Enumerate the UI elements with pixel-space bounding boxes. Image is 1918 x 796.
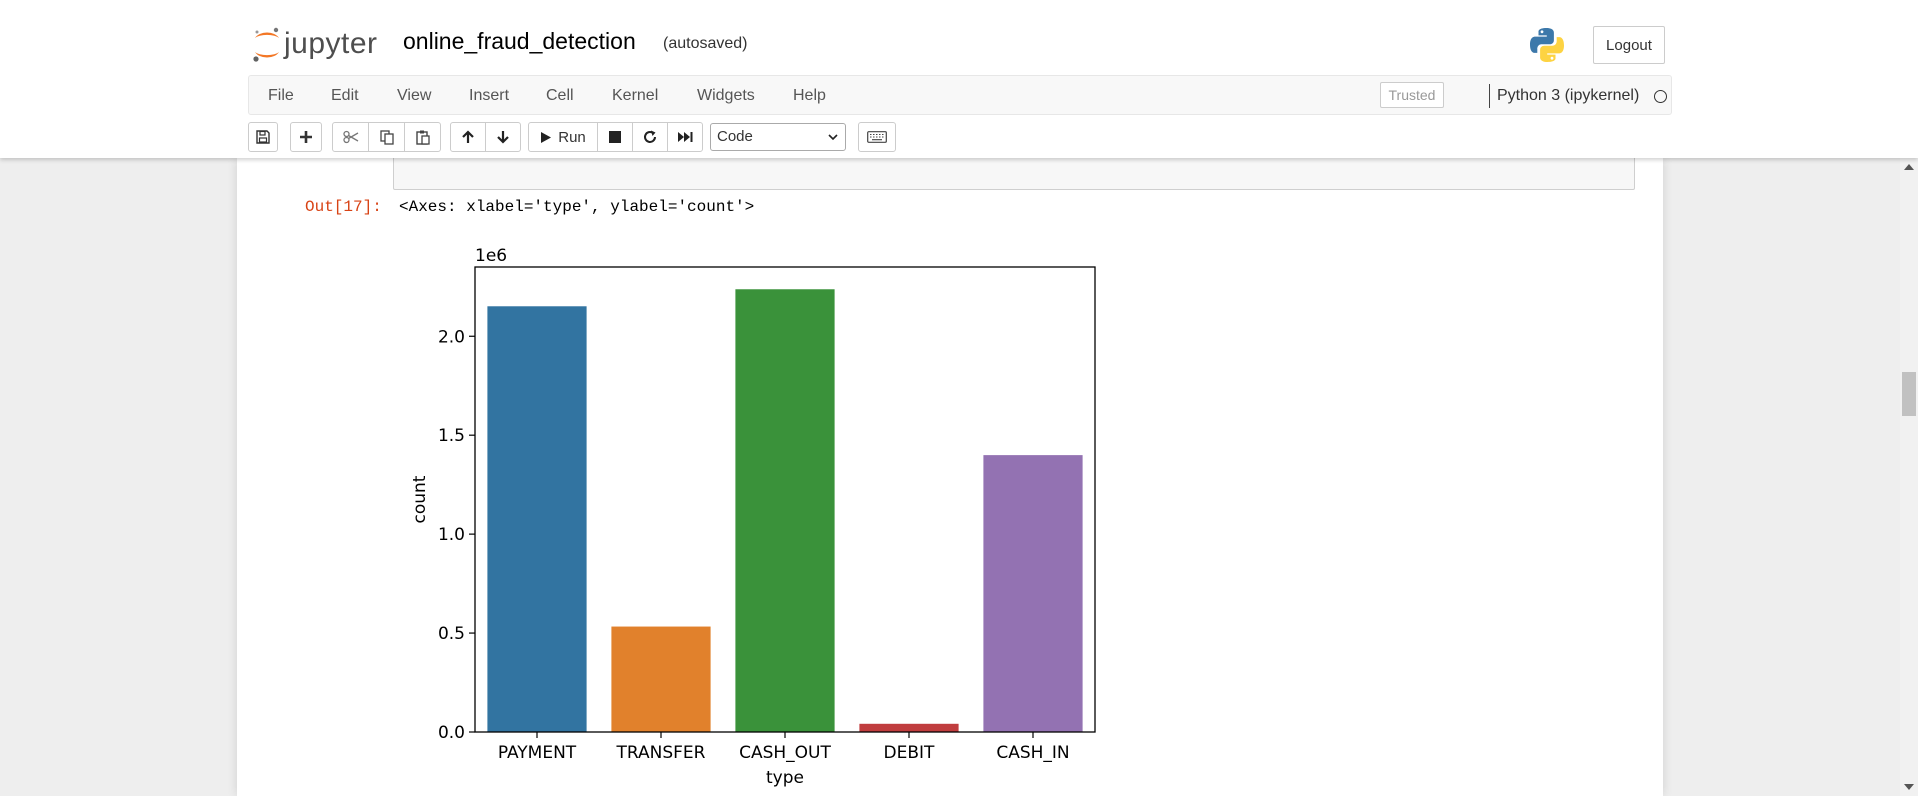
move-group bbox=[450, 122, 521, 152]
cut-icon bbox=[342, 130, 358, 144]
logout-button[interactable]: Logout bbox=[1593, 26, 1665, 64]
y-tick-label: 2.0 bbox=[438, 327, 465, 347]
menu-kernel[interactable]: Kernel bbox=[612, 87, 658, 105]
menu-edit[interactable]: Edit bbox=[331, 87, 359, 105]
y-tick-label: 0.5 bbox=[438, 624, 465, 644]
x-tick-label: CASH_IN bbox=[996, 743, 1069, 763]
cell-type-value: Code bbox=[717, 128, 753, 145]
output-text: <Axes: xlabel='type', ylabel='count'> bbox=[399, 198, 755, 216]
x-tick-label: TRANSFER bbox=[616, 743, 706, 763]
cell-type-select[interactable]: Code bbox=[710, 123, 846, 151]
run-label: Run bbox=[558, 128, 586, 146]
notebook-title[interactable]: online_fraud_detection bbox=[403, 28, 636, 55]
jupyter-logo-icon bbox=[253, 27, 279, 62]
bar-payment bbox=[487, 306, 587, 732]
stop-icon bbox=[609, 131, 621, 143]
output-prompt: Out[17]: bbox=[305, 198, 382, 216]
run-group: Run bbox=[528, 122, 703, 152]
arrow-down-icon bbox=[497, 131, 509, 144]
command-palette-button[interactable] bbox=[858, 122, 896, 152]
save-button[interactable] bbox=[248, 122, 278, 152]
clipboard-group bbox=[332, 122, 441, 152]
y-tick-label: 1.5 bbox=[438, 426, 465, 446]
x-tick-label: CASH_OUT bbox=[739, 743, 831, 763]
y-tick-label: 1.0 bbox=[438, 525, 465, 545]
scroll-down-arrow-icon[interactable] bbox=[1904, 784, 1914, 790]
paste-icon bbox=[415, 130, 430, 145]
scroll-up-arrow-icon[interactable] bbox=[1904, 164, 1914, 170]
menu-insert[interactable]: Insert bbox=[469, 87, 509, 105]
x-tick-label: DEBIT bbox=[884, 743, 936, 763]
plus-icon bbox=[300, 131, 312, 143]
restart-run-all-button[interactable] bbox=[667, 122, 703, 152]
fast-forward-icon bbox=[678, 132, 693, 142]
kernel-name[interactable]: Python 3 (ipykernel) bbox=[1497, 87, 1639, 105]
keyboard-icon bbox=[867, 131, 887, 143]
bar-chart: 0.0 0.5 1.0 1.5 2.0 PAYMENT TRANSFER CASH_OUT DE… bbox=[410, 246, 1096, 788]
menu-widgets[interactable]: Widgets bbox=[697, 87, 755, 105]
vertical-scrollbar[interactable] bbox=[1900, 158, 1918, 796]
menu-help[interactable]: Help bbox=[793, 87, 826, 105]
x-tick-label: PAYMENT bbox=[498, 743, 577, 763]
trusted-indicator[interactable]: Trusted bbox=[1380, 82, 1444, 108]
chevron-down-icon bbox=[828, 134, 838, 141]
save-icon bbox=[256, 130, 270, 144]
arrow-up-icon bbox=[462, 130, 474, 143]
run-button[interactable]: Run bbox=[528, 122, 598, 152]
copy-icon bbox=[379, 129, 394, 145]
insert-cell-button[interactable] bbox=[290, 122, 322, 152]
x-axis-label: type bbox=[766, 768, 804, 788]
y-offset-text: 1e6 bbox=[475, 246, 507, 266]
scroll-thumb[interactable] bbox=[1902, 372, 1916, 416]
python-logo-icon bbox=[1530, 28, 1564, 62]
bar-transfer bbox=[611, 626, 711, 732]
y-tick-label: 0.0 bbox=[438, 723, 465, 743]
restart-icon bbox=[644, 130, 656, 143]
move-up-button[interactable] bbox=[450, 122, 486, 152]
bar-cash_in bbox=[983, 455, 1083, 732]
interrupt-button[interactable] bbox=[597, 122, 633, 152]
y-axis-label: count bbox=[410, 475, 430, 523]
move-down-button[interactable] bbox=[485, 122, 521, 152]
bar-cash_out bbox=[735, 289, 835, 732]
cut-button[interactable] bbox=[332, 122, 369, 152]
jupyter-logo-text: jupyter bbox=[284, 27, 378, 60]
bar-debit bbox=[859, 723, 959, 732]
paste-button[interactable] bbox=[404, 122, 441, 152]
kernel-separator bbox=[1489, 84, 1490, 108]
menu-view[interactable]: View bbox=[397, 87, 431, 105]
notebook-header: jupyter online_fraud_detection (autosave… bbox=[0, 0, 1918, 158]
play-icon bbox=[541, 131, 552, 143]
kernel-idle-indicator bbox=[1654, 90, 1667, 103]
menubar: File Edit View Insert Cell Kernel Widget… bbox=[248, 75, 1672, 115]
menu-file[interactable]: File bbox=[268, 87, 294, 105]
copy-button[interactable] bbox=[368, 122, 405, 152]
jupyter-logo[interactable]: jupyter bbox=[250, 22, 378, 66]
autosave-status: (autosaved) bbox=[663, 35, 748, 52]
menu-cell[interactable]: Cell bbox=[546, 87, 574, 105]
restart-button[interactable] bbox=[632, 122, 668, 152]
